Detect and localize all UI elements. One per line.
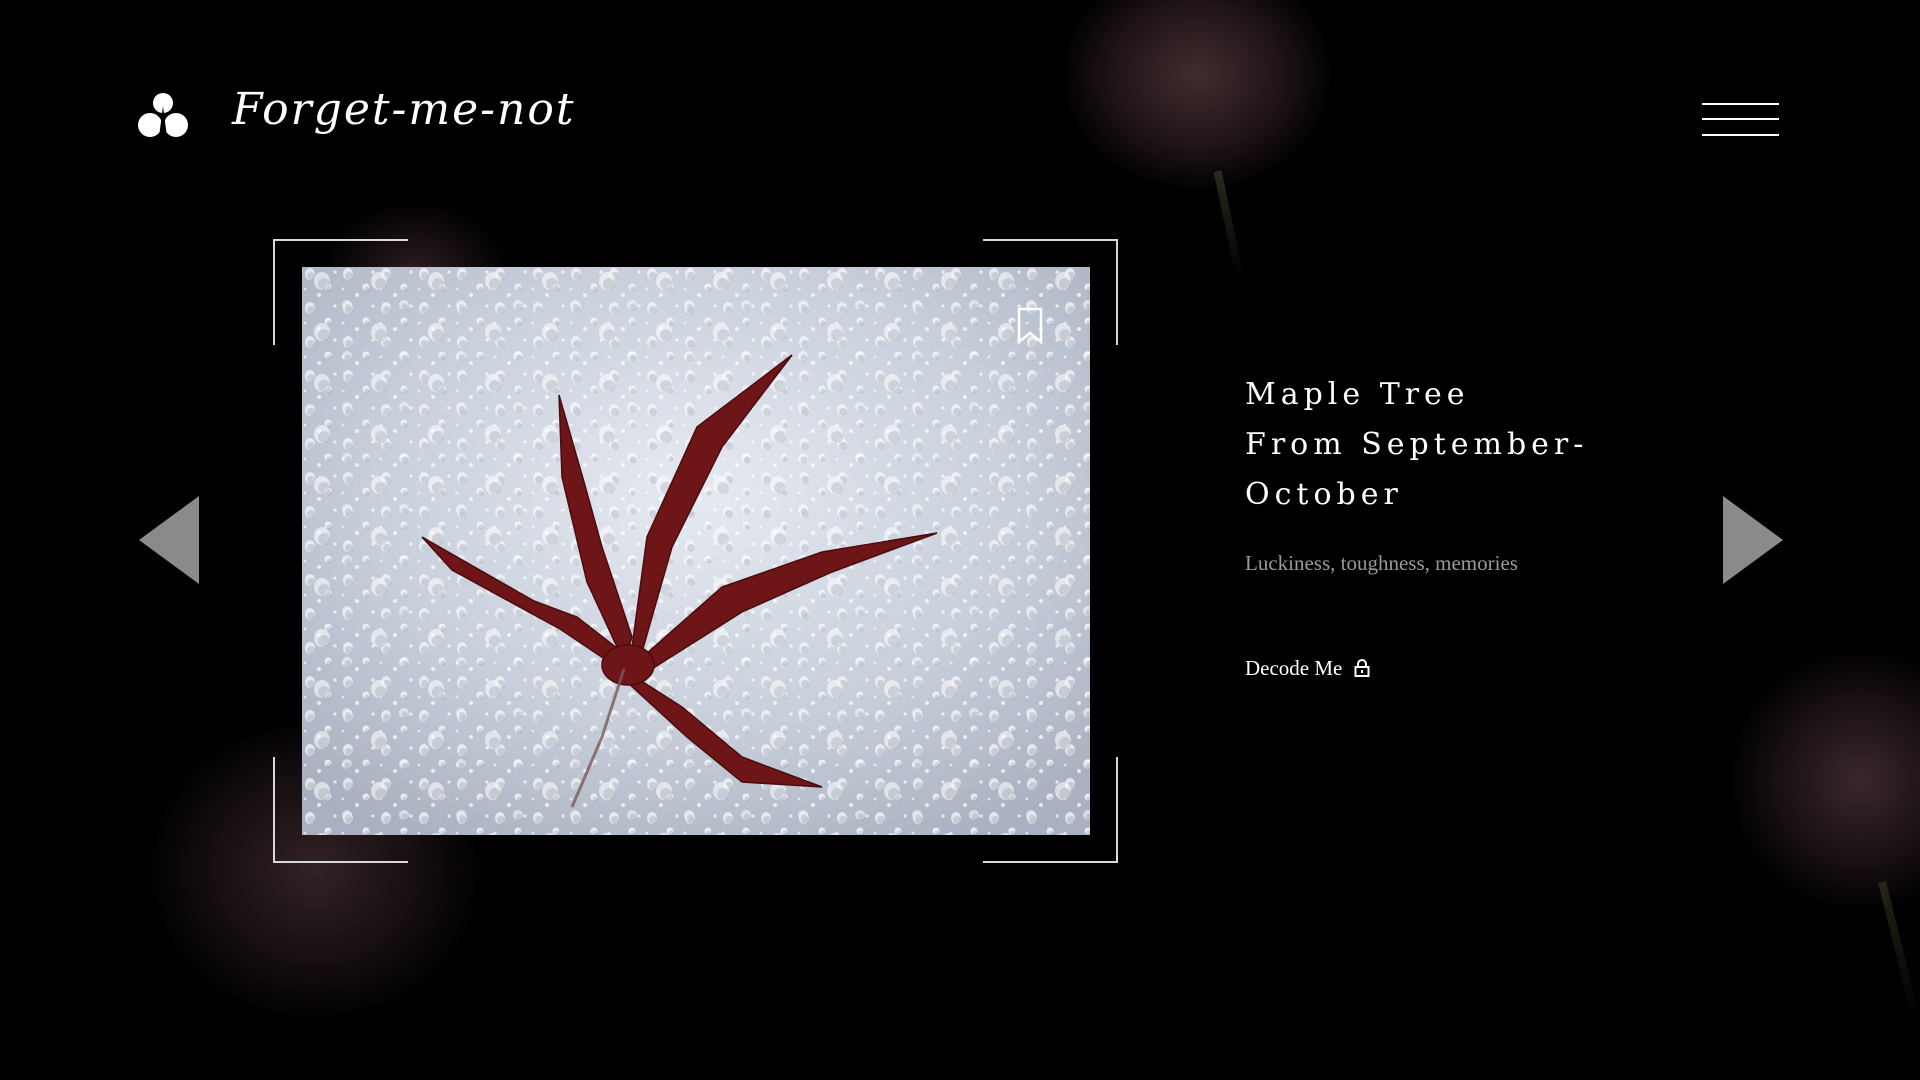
- plant-meaning-tags: Luckiness, toughness, memories: [1245, 551, 1518, 575]
- triangle-left-icon[interactable]: [139, 496, 199, 584]
- plant-title: Maple Tree From September- October: [1245, 370, 1665, 520]
- flower-cluster-icon[interactable]: [138, 92, 188, 140]
- title-line-3: October: [1245, 477, 1403, 512]
- title-line-1: Maple Tree: [1245, 377, 1470, 412]
- background-flower-top: [1062, 0, 1332, 190]
- title-line-2: From September-: [1245, 427, 1589, 462]
- hamburger-menu-icon[interactable]: [1702, 103, 1779, 137]
- background-flower-stem: [1213, 170, 1245, 280]
- brand-logo-text[interactable]: Forget-me-not: [232, 84, 576, 135]
- lock-icon: [1354, 659, 1370, 677]
- triangle-right-icon[interactable]: [1723, 496, 1783, 584]
- background-flower-right: [1730, 650, 1920, 910]
- bookmark-icon[interactable]: [1016, 307, 1044, 345]
- decode-me-label: Decode Me: [1245, 655, 1343, 680]
- maple-leaf-photo[interactable]: [302, 267, 1090, 835]
- decode-me-button[interactable]: Decode Me: [1245, 654, 1370, 682]
